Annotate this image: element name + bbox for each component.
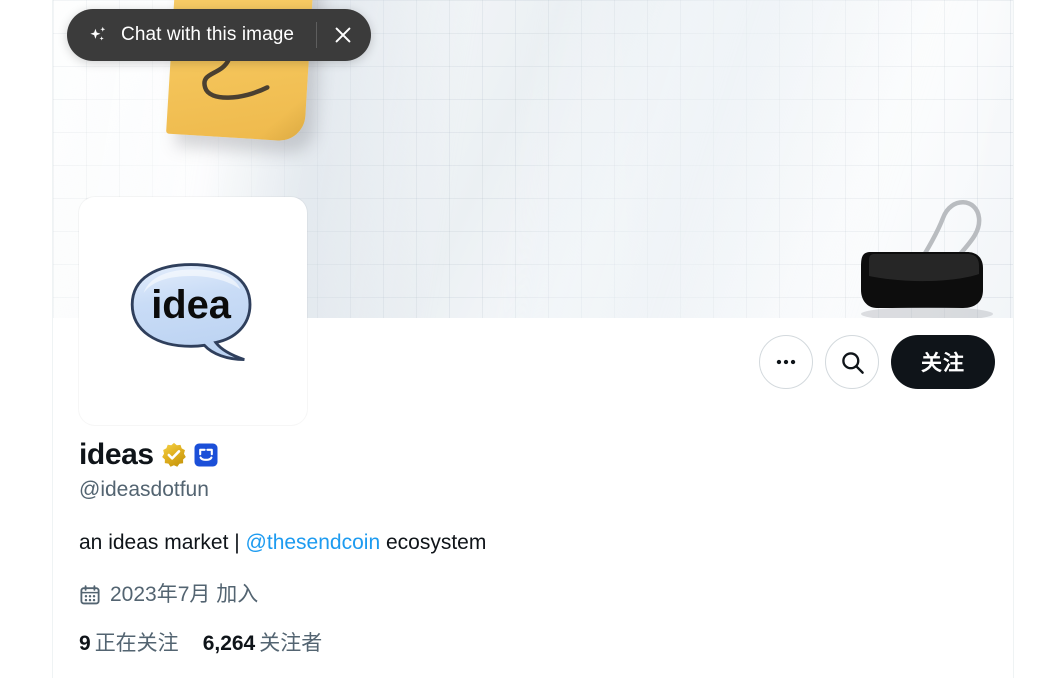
- chat-with-image-pill[interactable]: Chat with this image: [67, 9, 372, 61]
- bio-suffix-text: ecosystem: [380, 531, 487, 554]
- profile-actions: 关注: [759, 335, 995, 389]
- avatar[interactable]: idea: [79, 197, 307, 425]
- svg-text:idea: idea: [151, 283, 232, 327]
- profile-handle: @ideasdotfun: [79, 478, 209, 501]
- display-name-row: ideas: [79, 437, 993, 473]
- more-options-button[interactable]: [759, 335, 813, 389]
- profile-page: Chat with this image idea 关注 ideas @idea…: [0, 0, 1054, 678]
- close-chat-pill-button[interactable]: [321, 13, 365, 57]
- close-icon: [335, 27, 351, 43]
- more-horizontal-icon: [776, 359, 796, 365]
- profile-bio: an ideas market | @thesendcoin ecosystem: [79, 529, 993, 556]
- calendar-icon: [80, 584, 100, 604]
- affiliate-square-badge-icon: [194, 443, 218, 467]
- binder-clip-graphic: [861, 200, 993, 318]
- bio-mention-link[interactable]: @thesendcoin: [246, 531, 381, 554]
- joined-date-row: 2023年7月 加入: [79, 581, 993, 608]
- profile-info: ideas @ideasdotfun an ideas market | @th…: [79, 437, 993, 657]
- followers-label: 关注者: [259, 632, 323, 655]
- idea-speech-bubble-icon: idea: [130, 263, 252, 361]
- page-title: ideas: [79, 438, 154, 471]
- search-profile-button[interactable]: [825, 335, 879, 389]
- profile-stats: 9 正在关注 6,264 关注者: [79, 630, 993, 657]
- followers-count: 6,264: [202, 632, 256, 655]
- bio-prefix-text: an ideas market |: [79, 531, 246, 554]
- search-icon: [841, 351, 864, 374]
- following-stat[interactable]: 9 正在关注: [79, 630, 179, 657]
- following-count: 9: [79, 632, 91, 655]
- chat-pill-label: Chat with this image: [121, 24, 295, 45]
- follow-button[interactable]: 关注: [891, 335, 995, 389]
- content-column: Chat with this image idea 关注 ideas @idea…: [52, 0, 1014, 678]
- verified-gold-badge-icon: [161, 442, 186, 467]
- followers-stat[interactable]: 6,264 关注者: [203, 630, 323, 657]
- following-label: 正在关注: [94, 632, 179, 655]
- banner-sheen-secondary: [497, 0, 1011, 318]
- sparkle-icon: [90, 26, 106, 41]
- joined-date-text: 2023年7月 加入: [110, 583, 259, 606]
- chat-pill-divider: [316, 22, 318, 48]
